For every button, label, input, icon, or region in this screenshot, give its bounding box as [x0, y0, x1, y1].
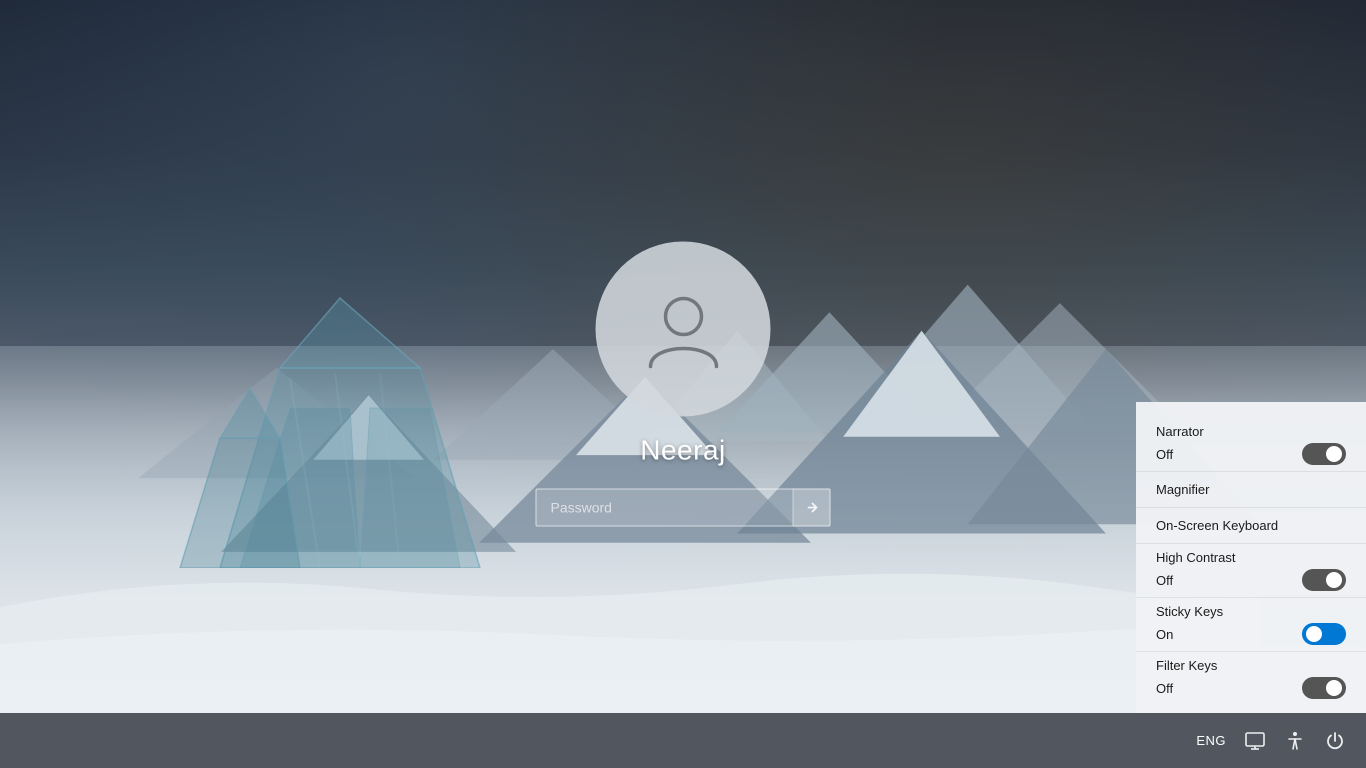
accessibility-panel: Narrator Off Magnifier On-Screen Keyboard Hi… [1136, 402, 1366, 713]
accessibility-item-magnifier[interactable]: Magnifier [1136, 472, 1366, 508]
display-settings-icon[interactable] [1244, 730, 1266, 752]
avatar-icon [638, 284, 728, 374]
language-indicator: ENG [1196, 733, 1226, 748]
username-label: Neeraj [640, 435, 725, 467]
accessibility-item-sticky-keys: Sticky Keys On [1136, 598, 1366, 652]
avatar [596, 242, 771, 417]
accessibility-status-high-contrast: Off [1156, 573, 1173, 588]
power-icon[interactable] [1324, 730, 1346, 752]
accessibility-toggle-filter-keys[interactable] [1302, 677, 1346, 699]
accessibility-icon[interactable] [1284, 730, 1306, 752]
accessibility-label-magnifier: Magnifier [1156, 482, 1346, 497]
accessibility-label-filter-keys: Filter Keys [1156, 658, 1346, 673]
accessibility-item-narrator: Narrator Off [1136, 418, 1366, 472]
toggle-thumb-filter-keys [1326, 680, 1342, 696]
accessibility-toggle-high-contrast[interactable] [1302, 569, 1346, 591]
accessibility-label-sticky-keys: Sticky Keys [1156, 604, 1346, 619]
accessibility-status-filter-keys: Off [1156, 681, 1173, 696]
accessibility-item-high-contrast: High Contrast Off [1136, 544, 1366, 598]
toggle-thumb-sticky-keys [1306, 626, 1322, 642]
taskbar: ENG [0, 713, 1366, 768]
glass-building [160, 288, 540, 568]
password-submit-button[interactable] [793, 489, 831, 527]
accessibility-item-filter-keys: Filter Keys Off [1136, 652, 1366, 705]
accessibility-toggle-sticky-keys[interactable] [1302, 623, 1346, 645]
toggle-thumb-high-contrast [1326, 572, 1342, 588]
accessibility-status-narrator: Off [1156, 447, 1173, 462]
accessibility-label-high-contrast: High Contrast [1156, 550, 1346, 565]
password-input[interactable] [536, 489, 831, 527]
toggle-thumb-narrator [1326, 446, 1342, 462]
accessibility-item-on-screen-keyboard[interactable]: On-Screen Keyboard [1136, 508, 1366, 544]
login-container: Neeraj [536, 242, 831, 527]
accessibility-label-on-screen-keyboard: On-Screen Keyboard [1156, 518, 1346, 533]
accessibility-toggle-narrator[interactable] [1302, 443, 1346, 465]
password-container [536, 489, 831, 527]
accessibility-label-narrator: Narrator [1156, 424, 1346, 439]
accessibility-status-sticky-keys: On [1156, 627, 1173, 642]
